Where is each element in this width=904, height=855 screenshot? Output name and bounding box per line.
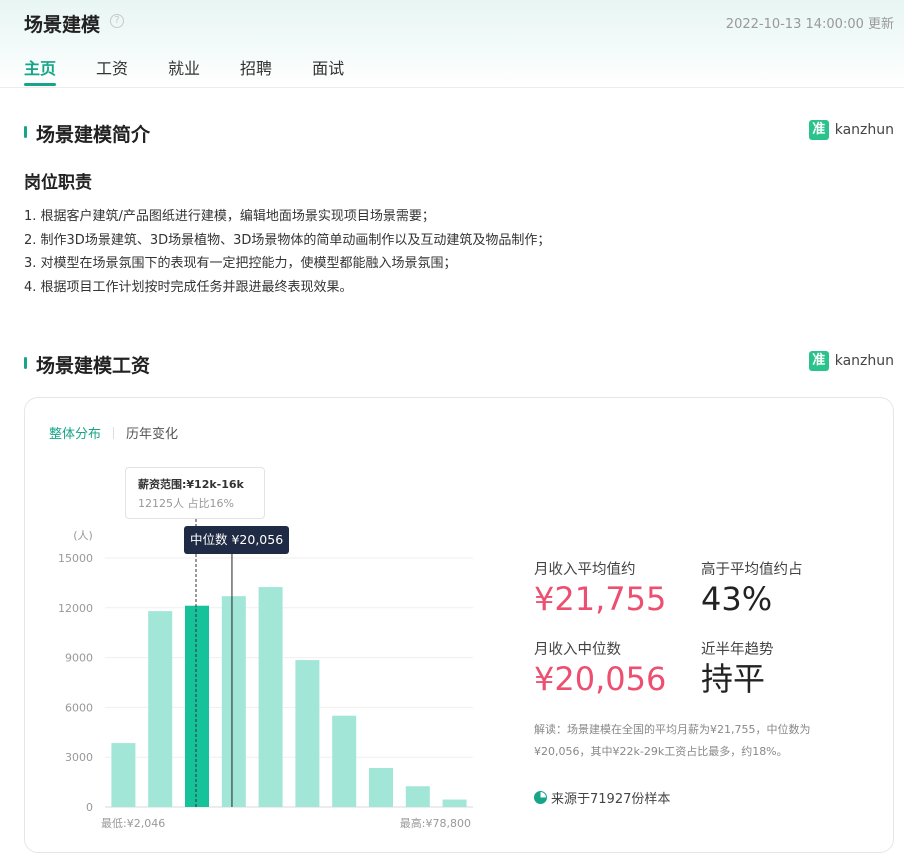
histogram-bar[interactable]	[442, 799, 467, 807]
tab-salary[interactable]: 工资	[96, 55, 128, 87]
duty-item: 1. 根据客户建筑/产品图纸进行建模，编辑地面场景实现项目场景需要；	[24, 209, 435, 224]
sample-source: 来源于71927份样本	[534, 788, 670, 807]
trend-label: 近半年趋势	[701, 642, 774, 658]
median-marker-label: 中位数 ¥20,056	[184, 526, 290, 554]
kanzhun-brand[interactable]: 准 kanzhun	[808, 351, 894, 371]
median-label: 月收入中位数	[534, 642, 621, 658]
salary-section-title: 场景建模工资	[24, 351, 150, 378]
salary-interpretation: 解读：场景建模在全国的平均月薪为¥21,755，中位数为¥20,056，其中¥2…	[534, 723, 811, 758]
tab-home[interactable]: 主页	[24, 55, 57, 87]
y-tick-label: 0	[86, 801, 93, 814]
duty-item: 2. 制作3D场景建筑、3D场景植物、3D场景物体的简单动画制作以及互动建筑及物…	[24, 232, 551, 248]
bar-tooltip: 薪资范围:¥12k-16k 12125人 占比16%	[125, 467, 265, 519]
above-avg-stat: 高于平均值约占 43%	[701, 558, 803, 619]
median-value: ¥20,056	[534, 660, 667, 698]
page-header: 场景建模 ? 2022-10-13 14:00:00 更新 主页 工资 就业 招…	[0, 0, 904, 88]
tab-recruiting[interactable]: 招聘	[240, 55, 272, 87]
histogram-bar[interactable]	[185, 605, 209, 807]
chart-bars	[111, 587, 467, 807]
duty-item: 4. 根据项目工作计划按时完成任务并跟进最终表现效果。	[24, 279, 353, 295]
histogram-bar[interactable]	[405, 786, 430, 807]
histogram-bar[interactable]	[258, 587, 283, 807]
duty-list: 1. 根据客户建筑/产品图纸进行建模，编辑地面场景实现项目场景需要； 2. 制作…	[24, 205, 550, 299]
page-title: 场景建模	[24, 14, 101, 36]
tooltip-detail: 12125人 占比16%	[138, 497, 234, 510]
kanzhun-logo-icon: 准	[808, 351, 829, 371]
duty-title: 岗位职责	[24, 173, 92, 193]
histogram-bar[interactable]	[332, 715, 357, 807]
sample-text: 来源于71927份样本	[551, 792, 671, 807]
update-time: 2022-10-13 14:00:00 更新	[725, 17, 894, 32]
histogram-bar[interactable]	[295, 660, 320, 807]
median-stat: 月收入中位数 ¥20,056	[534, 638, 666, 699]
tooltip-range: 薪资范围:¥12k-16k	[138, 478, 244, 491]
avg-stat: 月收入平均值约 ¥21,755	[534, 558, 666, 619]
x-min-label: 最低:¥2,046	[101, 817, 165, 830]
pie-chart-icon	[534, 791, 547, 804]
histogram-bar[interactable]	[148, 611, 173, 807]
help-icon[interactable]: ?	[110, 14, 124, 28]
avg-label: 月收入平均值约	[534, 562, 636, 578]
brand-name: kanzhun	[834, 353, 894, 369]
avg-value: ¥21,755	[534, 580, 667, 618]
histogram-bar[interactable]	[369, 767, 393, 807]
y-axis-label: (人)	[73, 529, 93, 542]
kanzhun-brand[interactable]: 准 kanzhun	[808, 120, 894, 140]
y-tick-label: 9000	[65, 652, 93, 665]
kanzhun-logo-icon: 准	[808, 120, 829, 140]
tab-interview[interactable]: 面试	[312, 55, 344, 87]
salary-card: 整体分布 历年变化 0 3000 6000 9000 12000 15000 (人) 最低…	[24, 397, 894, 853]
salary-histogram: 0 3000 6000 9000 12000 15000 (人) 最低:¥2,046 最高…	[58, 519, 473, 830]
x-max-label: 最高:¥78,800	[400, 816, 471, 830]
above-avg-label: 高于平均值约占	[701, 562, 803, 578]
y-tick-label: 6000	[65, 701, 93, 714]
trend-value: 持平	[701, 660, 766, 698]
histogram-bar[interactable]	[111, 743, 136, 807]
histogram-bar[interactable]	[221, 596, 246, 807]
y-tick-label: 12000	[58, 602, 93, 615]
duty-item: 3. 对模型在场景氛围下的表现有一定把控能力，使模型都能融入场景氛围；	[24, 256, 457, 271]
y-tick-label: 3000	[65, 751, 93, 764]
main-tabs: 主页 工资 就业 招聘 面试	[24, 55, 384, 87]
trend-stat: 近半年趋势 持平	[701, 638, 774, 699]
above-avg-value: 43%	[701, 580, 773, 618]
intro-section-title: 场景建模简介	[24, 120, 150, 147]
y-tick-label: 15000	[58, 552, 93, 565]
brand-name: kanzhun	[834, 122, 894, 138]
tab-employment[interactable]: 就业	[168, 55, 200, 87]
